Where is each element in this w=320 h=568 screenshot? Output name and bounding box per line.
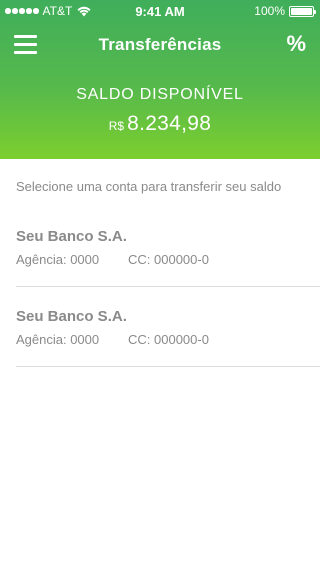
percent-button[interactable]: % bbox=[286, 31, 306, 57]
status-bar: AT&T 9:41 AM 100% bbox=[0, 0, 320, 22]
balance-value: R$ 8.234,98 bbox=[0, 112, 320, 136]
balance-amount: 8.234,98 bbox=[127, 112, 212, 135]
account-name: Seu Banco S.A. bbox=[16, 228, 127, 245]
nav-bar: Transferências % bbox=[0, 22, 320, 66]
account-cc: CC: 000000-0 bbox=[128, 252, 209, 267]
account-agency: Agência: 0000 bbox=[16, 252, 100, 267]
account-list: Seu Banco S.A. Agência: 0000 CC: 000000-… bbox=[0, 207, 320, 367]
status-right: 100% bbox=[254, 4, 316, 18]
header: AT&T 9:41 AM 100% Transferências % SALDO… bbox=[0, 0, 320, 159]
account-cc: CC: 000000-0 bbox=[128, 332, 209, 347]
battery-percent: 100% bbox=[254, 4, 285, 18]
account-item[interactable]: Seu Banco S.A. Agência: 0000 CC: 000000-… bbox=[0, 207, 320, 287]
page-title: Transferências bbox=[98, 35, 222, 54]
account-name: Seu Banco S.A. bbox=[16, 308, 127, 325]
divider bbox=[16, 366, 320, 367]
account-item[interactable]: Seu Banco S.A. Agência: 0000 CC: 000000-… bbox=[0, 287, 320, 367]
battery-icon bbox=[289, 5, 316, 17]
instruction-text: Selecione uma conta para transferir seu … bbox=[16, 179, 282, 194]
account-agency: Agência: 0000 bbox=[16, 332, 100, 347]
balance-currency: R$ bbox=[108, 119, 125, 133]
balance-label: SALDO DISPONÍVEL bbox=[76, 86, 244, 103]
